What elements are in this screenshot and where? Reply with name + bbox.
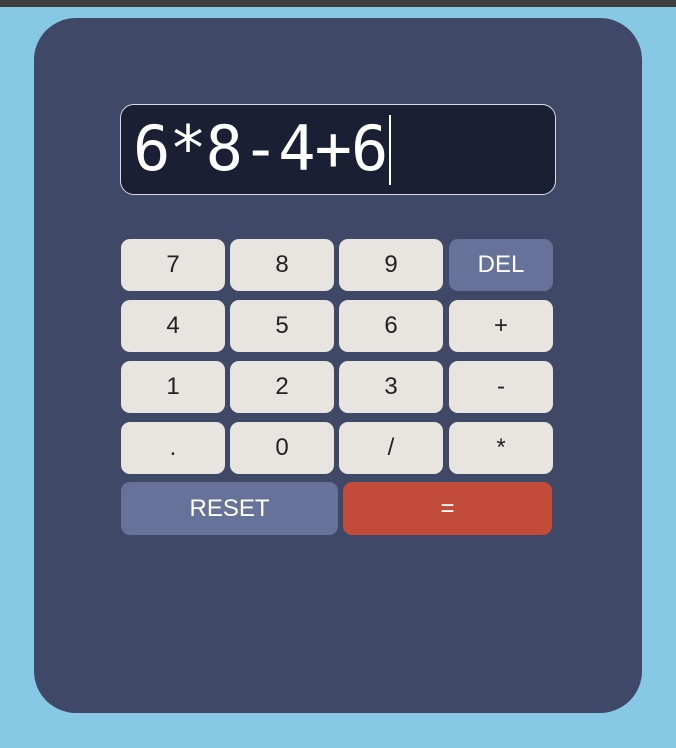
key-multiply[interactable]: * [449, 422, 553, 474]
display-expression: 6*8-4+6 [133, 112, 388, 185]
key-9[interactable]: 9 [339, 239, 443, 291]
delete-button[interactable]: DEL [449, 239, 553, 291]
key-7[interactable]: 7 [121, 239, 225, 291]
equals-button[interactable]: = [343, 482, 552, 535]
key-decimal[interactable]: . [121, 422, 225, 474]
calculator-panel: 6*8-4+6 7 8 9 DEL 4 5 6 + 1 2 3 - . 0 / … [34, 18, 642, 713]
key-1[interactable]: 1 [121, 361, 225, 413]
text-cursor [389, 114, 392, 185]
key-minus[interactable]: - [449, 361, 553, 413]
key-0[interactable]: 0 [230, 422, 334, 474]
reset-button[interactable]: RESET [121, 482, 338, 535]
key-3[interactable]: 3 [339, 361, 443, 413]
key-5[interactable]: 5 [230, 300, 334, 352]
browser-top-bar [0, 0, 676, 7]
key-8[interactable]: 8 [230, 239, 334, 291]
display-expression-wrapper: 6*8-4+6 [133, 110, 392, 188]
key-4[interactable]: 4 [121, 300, 225, 352]
key-plus[interactable]: + [449, 300, 553, 352]
key-6[interactable]: 6 [339, 300, 443, 352]
calculator-display[interactable]: 6*8-4+6 [120, 104, 556, 195]
key-2[interactable]: 2 [230, 361, 334, 413]
key-divide[interactable]: / [339, 422, 443, 474]
